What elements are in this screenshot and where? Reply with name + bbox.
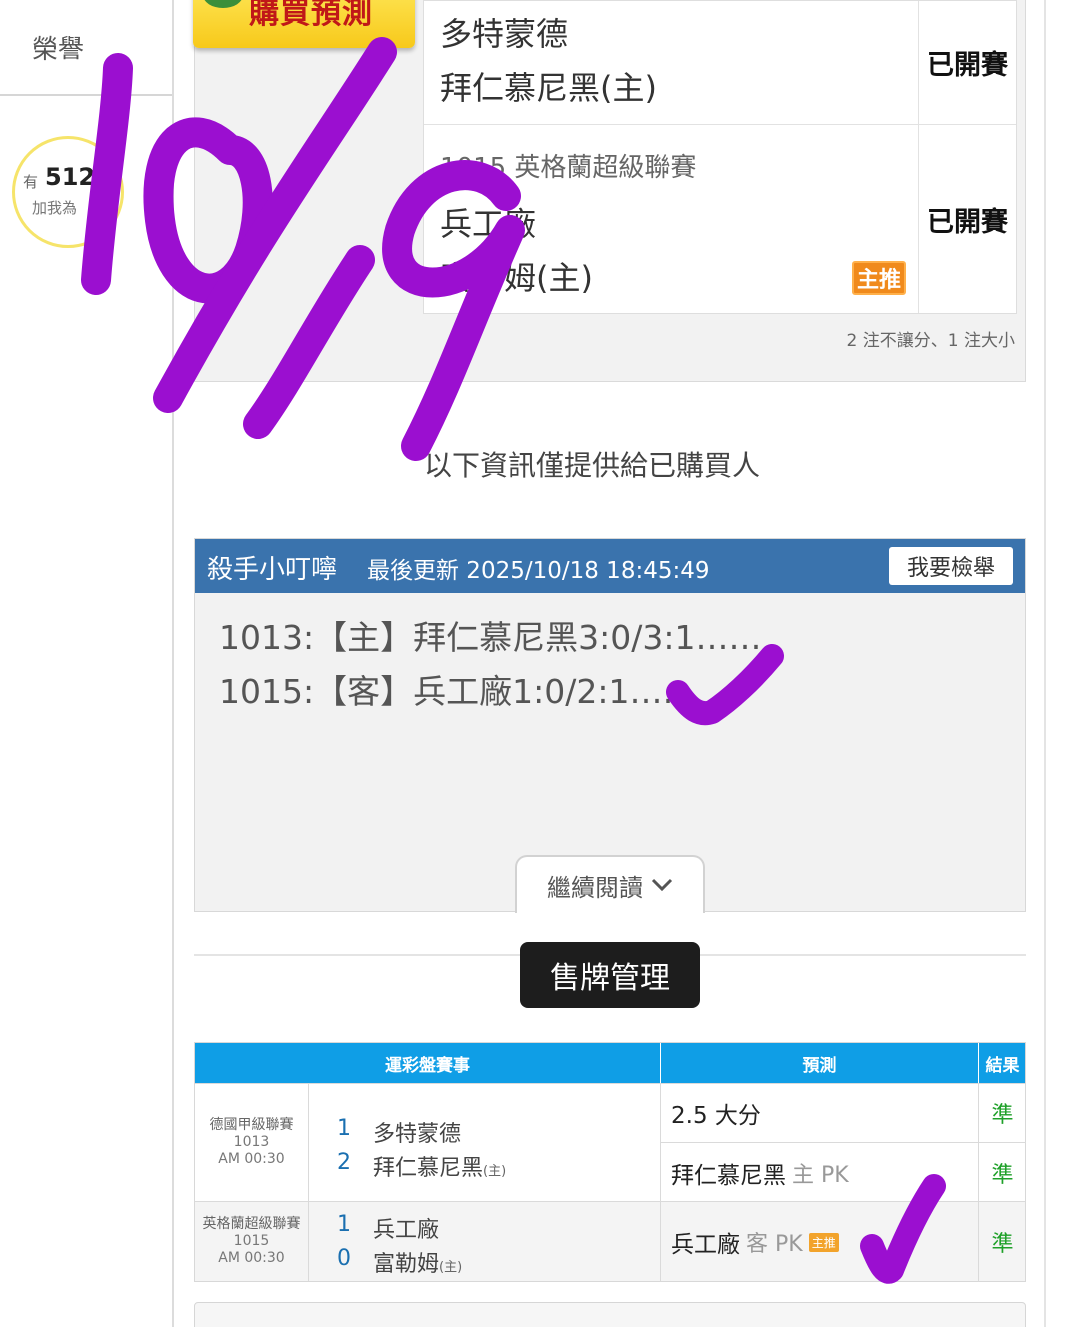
team-score: 1 <box>337 1212 351 1237</box>
away-team: 多特蒙德 <box>440 15 569 53</box>
team-name-text: 拜仁慕尼黑 <box>373 1156 484 1181</box>
match-table: 多特蒙德 拜仁慕尼黑(主) 已開賽 1015 英格蘭超級聯賽 兵工廠 富勒姆(主… <box>423 0 1017 314</box>
prediction-side: 客 PK <box>746 1232 803 1257</box>
prediction-record-table: 運彩盤賽事 預測 結果 德國甲級聯賽 1013 AM 00:30 1 多特蒙德 … <box>194 1042 1026 1282</box>
buy-prediction-banner[interactable]: 購買預測 <box>193 0 415 48</box>
article-updated-time: 最後更新 2025/10/18 18:45:49 <box>367 558 710 584</box>
team-name-text: 多特蒙德 <box>373 1122 462 1147</box>
match-code: 1015 <box>233 1233 270 1249</box>
team-name: 拜仁慕尼黑(主) <box>373 1150 506 1182</box>
purchased-matches-panel: 購買預測 多特蒙德 拜仁慕尼黑(主) 已開賽 1015 英格蘭超級聯賽 兵工廠 … <box>193 0 1026 382</box>
away-team: 兵工廠 <box>440 205 537 243</box>
article-header: 殺手小叮嚀 最後更新 2025/10/18 18:45:49 我要檢舉 <box>195 539 1025 593</box>
home-team: 富勒姆(主) <box>440 259 593 297</box>
header-event: 運彩盤賽事 <box>195 1043 661 1083</box>
team-name-text: 兵工廠 <box>373 1218 440 1243</box>
teams-cell: 1 多特蒙德 2 拜仁慕尼黑(主) <box>309 1084 661 1201</box>
table-header: 運彩盤賽事 預測 結果 <box>195 1043 1025 1083</box>
page: 榮譽 有 512 加我為 購買預測 多特蒙德 拜仁慕尼黑(主) 已開賽 1015… <box>0 0 1080 1327</box>
honor-tab[interactable]: 榮譽 <box>0 0 172 96</box>
match-time: AM 00:30 <box>218 1250 285 1266</box>
fan-count: 512 <box>45 163 96 191</box>
team-name: 富勒姆(主) <box>373 1246 462 1278</box>
sidebar: 榮譽 有 512 加我為 <box>0 0 174 1327</box>
buy-prediction-label: 購買預測 <box>249 0 373 31</box>
team-name: 兵工廠 <box>373 1212 439 1244</box>
team-score: 2 <box>337 1150 351 1175</box>
team-name: 多特蒙德 <box>373 1116 461 1148</box>
fan-count-prefix: 有 <box>23 173 39 191</box>
league-cell: 英格蘭超級聯賽 1015 AM 00:30 <box>195 1202 309 1281</box>
home-tag: (主) <box>439 1260 463 1275</box>
read-more-label: 繼續閱讀 <box>547 873 643 902</box>
sale-management-button[interactable]: 售牌管理 <box>520 942 700 1008</box>
league-name: 德國甲級聯賽 <box>209 1117 294 1133</box>
prediction-cell: 拜仁慕尼黑 主 PK <box>661 1143 979 1202</box>
analysis-article: 殺手小叮嚀 最後更新 2025/10/18 18:45:49 我要檢舉 1013… <box>194 538 1026 913</box>
home-tag: (主) <box>483 1164 507 1179</box>
chevron-down-icon <box>651 873 673 898</box>
team-name-text: 富勒姆 <box>373 1252 440 1277</box>
team-score: 1 <box>337 1116 351 1141</box>
follow-prompt: 加我為 <box>32 199 78 217</box>
header-result: 結果 <box>985 1055 1020 1076</box>
match-status: 已開賽 <box>918 1 1016 124</box>
pick-summary: 2 注不讓分、1 注大小 <box>846 331 1015 351</box>
teams-cell: 1 兵工廠 0 富勒姆(主) <box>309 1202 661 1281</box>
article-line: 1015:【客】兵工廠1:0/2:1…… <box>219 672 696 711</box>
match-time: AM 00:30 <box>218 1151 285 1167</box>
prediction-cell: 2.5 大分 <box>661 1084 979 1143</box>
main-pick-badge: 主推 <box>808 1232 839 1252</box>
league-cell: 德國甲級聯賽 1013 AM 00:30 <box>195 1084 309 1201</box>
main-right-border <box>1044 0 1046 1327</box>
result-cell: 準 <box>991 1232 1014 1257</box>
article-author: 殺手小叮嚀 <box>207 555 338 585</box>
home-team: 拜仁慕尼黑(主) <box>440 69 657 107</box>
match-row[interactable]: 1015 英格蘭超級聯賽 兵工廠 富勒姆(主) 主推 已開賽 <box>424 125 1016 313</box>
match-league: 1015 英格蘭超級聯賽 <box>440 153 697 183</box>
table-row: 德國甲級聯賽 1013 AM 00:30 1 多特蒙德 2 拜仁慕尼黑(主) 2… <box>195 1083 1026 1202</box>
prediction-text: 兵工廠 <box>671 1232 740 1258</box>
header-prediction: 預測 <box>661 1043 979 1083</box>
buyer-only-note: 以下資訊僅提供給已購買人 <box>424 449 761 482</box>
read-more-button[interactable]: 繼續閱讀 <box>515 855 705 913</box>
main-pick-badge: 主推 <box>852 261 906 295</box>
article-line: 1013:【主】拜仁慕尼黑3:0/3:1…… <box>219 618 762 657</box>
prediction-side: 主 PK <box>792 1162 849 1188</box>
match-status: 已開賽 <box>918 125 1016 313</box>
logo-icon <box>203 0 243 8</box>
prediction-text: 2.5 大分 <box>671 1103 761 1129</box>
prediction-cell: 兵工廠 客 PK 主推 <box>661 1202 979 1282</box>
league-name: 英格蘭超級聯賽 <box>202 1216 301 1232</box>
table-row: 英格蘭超級聯賽 1015 AM 00:30 1 兵工廠 0 富勒姆(主) 兵工廠… <box>195 1201 1025 1282</box>
match-row[interactable]: 多特蒙德 拜仁慕尼黑(主) 已開賽 <box>424 1 1016 125</box>
next-card <box>194 1302 1026 1327</box>
prediction-text: 拜仁慕尼黑 <box>671 1162 786 1189</box>
honor-tab-label: 榮譽 <box>31 34 84 65</box>
result-cell: 準 <box>979 1084 1026 1143</box>
report-button[interactable]: 我要檢舉 <box>889 547 1013 585</box>
match-code: 1013 <box>233 1134 270 1150</box>
fan-follow-badge[interactable]: 有 512 加我為 <box>12 136 124 248</box>
team-score: 0 <box>337 1246 351 1271</box>
result-cell: 準 <box>991 1162 1014 1188</box>
